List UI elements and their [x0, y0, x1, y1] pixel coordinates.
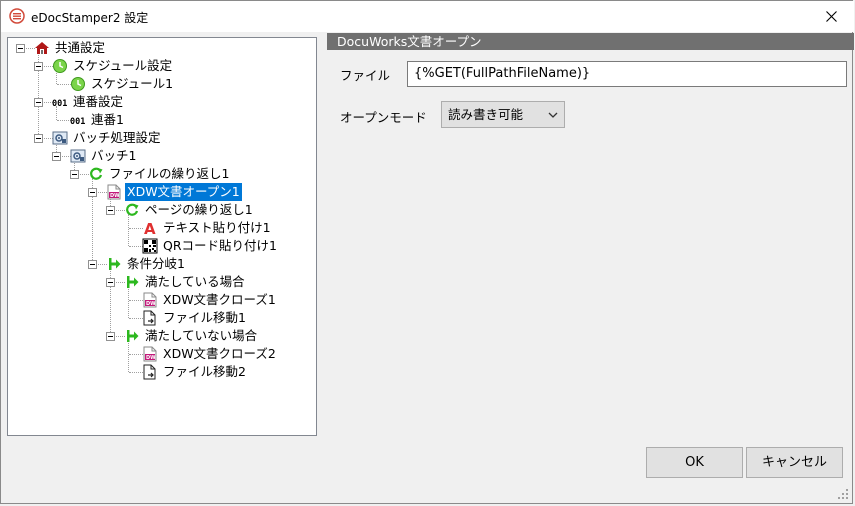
svg-text:A: A [144, 220, 156, 236]
svg-text:001: 001 [70, 117, 85, 127]
branch-icon [127, 330, 139, 342]
svg-text:DW: DW [110, 193, 120, 199]
tree-node[interactable]: ファイル移動1 [8, 309, 308, 327]
tree-node[interactable]: 満たしていない場合 [8, 327, 308, 345]
tree-node-label: 連番1 [91, 112, 124, 127]
tree-node-label: スケジュール設定 [73, 58, 173, 73]
tree-node[interactable]: A テキスト貼り付け1 [8, 219, 308, 237]
cancel-button[interactable]: キャンセル [746, 447, 843, 478]
tree-node-label: テキスト貼り付け1 [163, 220, 271, 235]
resize-grip-icon[interactable] [837, 488, 849, 500]
tree-node-label: ファイル移動1 [163, 310, 246, 325]
collapse-toggle-icon[interactable] [106, 206, 115, 215]
branch-icon [109, 258, 121, 270]
tree-node-label: XDW文書クローズ2 [163, 346, 276, 361]
tree-node[interactable]: バッチ処理設定 [8, 129, 308, 147]
svg-text:DW: DW [146, 301, 156, 307]
tree-node[interactable]: ファイル移動2 [8, 363, 308, 381]
tree-node-label: ファイルの繰り返し1 [109, 166, 230, 181]
numbering-icon: 001 [70, 117, 85, 127]
tree-node-label: 共通設定 [55, 40, 106, 55]
file-label: ファイル [340, 68, 391, 83]
settings-tree[interactable]: 共通設定スケジュール設定スケジュール1 001 連番設定 001 連番1 バッチ処理設定バ… [7, 37, 317, 436]
numbering-icon: 001 [52, 99, 67, 109]
close-icon [825, 11, 837, 22]
qrcode-icon [142, 238, 158, 254]
settings-dialog: eDocStamper2 設定 共通設定スケジュール設定スケジュール1 001 連番… [0, 0, 854, 504]
svg-text:DW: DW [146, 355, 156, 361]
collapse-toggle-icon[interactable] [34, 98, 43, 107]
tree-node-label: 満たしていない場合 [145, 328, 258, 343]
loop-icon [90, 167, 103, 180]
collapse-toggle-icon[interactable] [16, 44, 25, 53]
tree-node-label: バッチ1 [91, 148, 137, 163]
tree-node[interactable]: DW XDW文書クローズ1 [8, 291, 308, 309]
file-move-icon [143, 310, 156, 326]
tree-node[interactable]: 001 連番設定 [8, 93, 308, 111]
tree-node[interactable]: スケジュール設定 [8, 57, 308, 75]
tree-node-label: バッチ処理設定 [73, 130, 161, 145]
xdw-document-icon: DW [107, 184, 121, 200]
tree-node[interactable]: 共通設定 [8, 39, 308, 57]
tree-node-label: QRコード貼り付け1 [163, 238, 277, 253]
chevron-down-icon [548, 112, 558, 118]
file-path-input[interactable]: {%GET(FullPathFileName)} [407, 61, 847, 87]
tree-node[interactable]: QRコード貼り付け1 [8, 237, 308, 255]
app-logo-icon [9, 8, 25, 24]
collapse-toggle-icon[interactable] [106, 332, 115, 341]
collapse-toggle-icon[interactable] [88, 260, 97, 269]
tree-node[interactable]: ファイルの繰り返し1 [8, 165, 308, 183]
collapse-toggle-icon[interactable] [34, 62, 43, 71]
tree-node[interactable]: DW XDW文書オープン1 [8, 183, 308, 201]
file-move-icon [143, 364, 156, 380]
close-button[interactable] [808, 1, 854, 32]
tree-node-label: ファイル移動2 [163, 364, 246, 379]
tree-node-label: ページの繰り返し1 [145, 202, 253, 217]
batch-icon [70, 149, 86, 163]
ok-button[interactable]: OK [646, 447, 743, 478]
tree-node-label: 条件分岐1 [127, 256, 185, 271]
tree-node-label: XDW文書クローズ1 [163, 292, 276, 307]
xdw-document-icon: DW [143, 292, 157, 308]
title-bar: eDocStamper2 設定 [1, 1, 854, 32]
loop-icon [126, 203, 139, 216]
open-mode-select[interactable]: 読み書き可能 [441, 101, 565, 128]
collapse-toggle-icon[interactable] [34, 134, 43, 143]
clock-icon [71, 77, 85, 91]
tree-node[interactable]: ページの繰り返し1 [8, 201, 308, 219]
tree-node-label: スケジュール1 [91, 76, 174, 91]
tree-node[interactable]: 条件分岐1 [8, 255, 308, 273]
tree-node[interactable]: バッチ1 [8, 147, 308, 165]
tree-node[interactable]: 満たしている場合 [8, 273, 308, 291]
window-title: eDocStamper2 設定 [31, 11, 149, 25]
house-icon [35, 42, 49, 54]
collapse-toggle-icon[interactable] [88, 188, 97, 197]
open-mode-label: オープンモード [340, 110, 427, 125]
tree-node[interactable]: スケジュール1 [8, 75, 308, 93]
clock-icon [53, 59, 67, 73]
tree-node-label: 連番設定 [73, 94, 124, 109]
branch-icon [127, 276, 139, 288]
collapse-toggle-icon[interactable] [52, 152, 61, 161]
svg-text:001: 001 [52, 99, 67, 109]
tree-node[interactable]: DW XDW文書クローズ2 [8, 345, 308, 363]
collapse-toggle-icon[interactable] [106, 278, 115, 287]
section-header: DocuWorks文書オープン [327, 33, 854, 50]
tree-node[interactable]: 001 連番1 [8, 111, 308, 129]
batch-icon [52, 131, 68, 145]
tree-node-label: XDW文書オープン1 [125, 183, 242, 201]
tree-node-label: 満たしている場合 [145, 274, 245, 289]
text-stamp-icon: A [144, 220, 156, 236]
collapse-toggle-icon[interactable] [70, 170, 79, 179]
open-mode-value: 読み書き可能 [448, 107, 524, 122]
xdw-document-icon: DW [143, 346, 157, 362]
